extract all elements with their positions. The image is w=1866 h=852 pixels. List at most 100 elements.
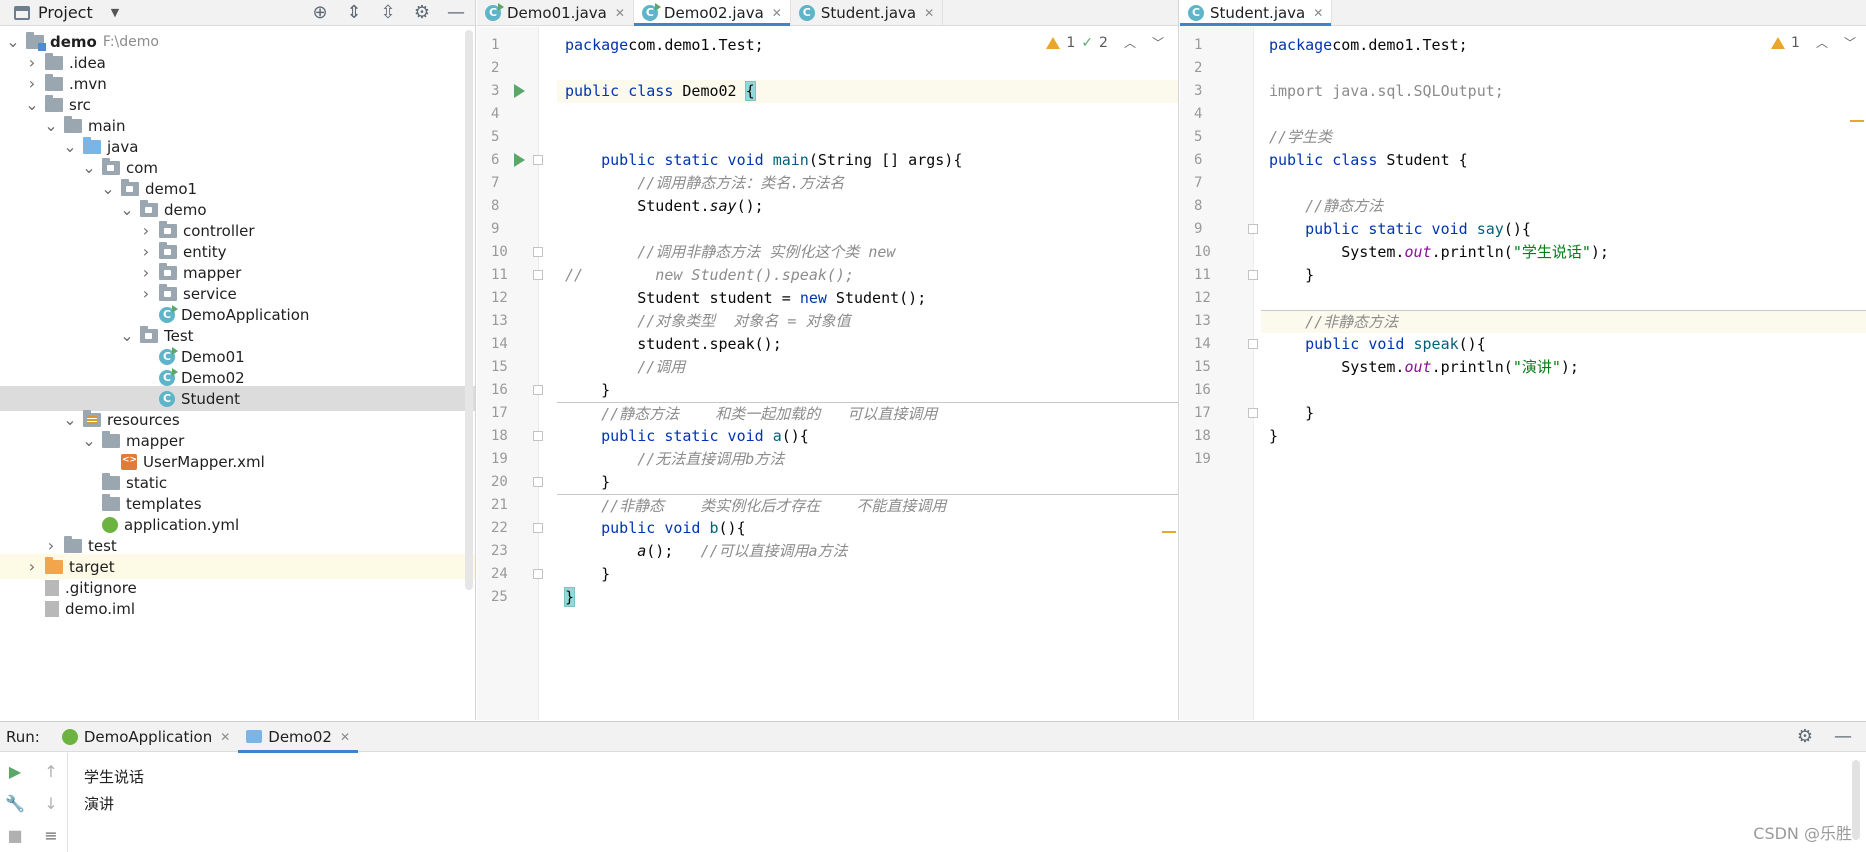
file-icon bbox=[45, 579, 59, 596]
tree-item-label: resources bbox=[107, 410, 180, 429]
run-tab-label: Demo02 bbox=[268, 727, 332, 746]
line-number: 22 bbox=[491, 520, 508, 536]
chevron-right-icon[interactable]: › bbox=[139, 263, 153, 282]
tree-scrollbar[interactable] bbox=[465, 30, 473, 590]
arrow-up-icon[interactable]: ↑ bbox=[40, 761, 62, 783]
wrench-icon[interactable]: 🔧 bbox=[4, 793, 26, 815]
runnable-class-icon: C bbox=[159, 304, 178, 323]
chevron-down-icon[interactable]: ⌄ bbox=[6, 32, 20, 51]
editor-tab[interactable]: C Demo01.java ✕ bbox=[477, 0, 634, 25]
code-line: //无法直接调用b方法 bbox=[637, 450, 785, 468]
folder-icon bbox=[45, 73, 63, 91]
fold-marker[interactable] bbox=[533, 523, 543, 533]
chevron-up-icon[interactable]: ︿ bbox=[1124, 34, 1136, 51]
editor-tab[interactable]: C Student.java ✕ bbox=[791, 0, 944, 25]
chevron-down-icon[interactable]: ⌄ bbox=[63, 137, 77, 156]
chevron-right-icon[interactable]: › bbox=[139, 284, 153, 303]
code-line: //静态方法 和类一起加载的 可以直接调用 bbox=[557, 402, 1178, 425]
chevron-right-icon[interactable]: › bbox=[25, 557, 39, 576]
close-icon[interactable]: ✕ bbox=[220, 730, 230, 744]
inspection-widget[interactable]: 1 ︿ ﹀ bbox=[1771, 34, 1856, 51]
expand-all-icon[interactable]: ⇕ bbox=[343, 2, 365, 24]
chevron-down-icon[interactable]: ⌄ bbox=[82, 158, 96, 177]
folder-icon bbox=[45, 94, 63, 112]
chevron-right-icon[interactable]: › bbox=[25, 53, 39, 72]
chevron-down-icon[interactable]: ﹀ bbox=[1844, 34, 1856, 51]
minimize-icon[interactable]: — bbox=[445, 2, 467, 24]
chevron-down-icon[interactable]: ⌄ bbox=[120, 326, 134, 345]
chevron-down-icon[interactable]: ⌄ bbox=[101, 179, 115, 198]
project-title[interactable]: Project bbox=[38, 3, 93, 22]
chevron-down-icon[interactable]: ⌄ bbox=[25, 95, 39, 114]
locate-icon[interactable]: ⊕ bbox=[309, 2, 331, 24]
soft-wrap-icon[interactable]: ≡ bbox=[40, 825, 62, 847]
rerun-icon[interactable]: ▶ bbox=[4, 761, 26, 783]
fold-marker[interactable] bbox=[533, 477, 543, 487]
warning-stripe-marker[interactable] bbox=[1850, 120, 1864, 122]
chevron-down-icon[interactable]: ⌄ bbox=[82, 431, 96, 450]
fold-marker[interactable] bbox=[533, 270, 543, 280]
close-icon[interactable]: ✕ bbox=[1313, 6, 1323, 20]
run-gutter-icon[interactable] bbox=[514, 84, 525, 98]
line-number: 18 bbox=[491, 428, 508, 444]
line-number: 25 bbox=[491, 589, 508, 605]
chevron-down-icon[interactable]: ▼ bbox=[111, 6, 119, 19]
chevron-down-icon[interactable]: ⌄ bbox=[44, 116, 58, 135]
tree-item-label: target bbox=[69, 557, 115, 576]
right-code-area[interactable]: packagecom.demo1.Test; import java.sql.SQ… bbox=[1261, 27, 1866, 720]
left-code-area[interactable]: packagecom.demo1.Test; public class Demo0… bbox=[557, 27, 1178, 720]
code-line: } bbox=[1269, 427, 1279, 445]
chevron-down-icon[interactable]: ﹀ bbox=[1152, 34, 1164, 51]
chevron-right-icon[interactable]: › bbox=[139, 221, 153, 240]
fold-marker[interactable] bbox=[1248, 270, 1258, 280]
tree-item-label: java bbox=[107, 137, 139, 156]
fold-marker[interactable] bbox=[1248, 224, 1258, 234]
tree-item-label: Demo02 bbox=[181, 368, 245, 387]
gear-icon[interactable]: ⚙ bbox=[1794, 726, 1816, 748]
close-icon[interactable]: ✕ bbox=[772, 6, 782, 20]
chevron-right-icon[interactable]: › bbox=[44, 536, 58, 555]
stop-icon[interactable]: ■ bbox=[4, 825, 26, 847]
code-line: Student student = new Student(); bbox=[565, 289, 927, 307]
fold-marker[interactable] bbox=[1248, 408, 1258, 418]
fold-marker[interactable] bbox=[533, 247, 543, 257]
chevron-up-icon[interactable]: ︿ bbox=[1816, 34, 1828, 51]
minimize-icon[interactable]: — bbox=[1832, 726, 1854, 748]
chevron-right-icon[interactable]: › bbox=[139, 242, 153, 261]
editor-tab[interactable]: C Demo02.java ✕ bbox=[633, 0, 791, 26]
inspection-widget[interactable]: 1 ✓ 2 ︿ ﹀ bbox=[1046, 34, 1164, 51]
close-icon[interactable]: ✕ bbox=[615, 6, 625, 20]
code-line: //非静态方法 bbox=[1261, 310, 1866, 333]
console-scrollbar[interactable] bbox=[1852, 760, 1860, 840]
line-number: 1 bbox=[1194, 37, 1203, 53]
package-icon bbox=[159, 262, 177, 280]
arrow-down-icon[interactable]: ↓ bbox=[40, 793, 62, 815]
tree-item-label: .gitignore bbox=[65, 578, 137, 597]
fold-marker[interactable] bbox=[533, 155, 543, 165]
close-icon[interactable]: ✕ bbox=[340, 730, 350, 744]
chevron-down-icon[interactable]: ⌄ bbox=[63, 410, 77, 429]
console-output[interactable]: 学生说话 演讲 bbox=[84, 764, 144, 818]
run-tab[interactable]: Demo02 ✕ bbox=[238, 722, 358, 753]
fold-marker[interactable] bbox=[533, 431, 543, 441]
run-gutter-icon[interactable] bbox=[514, 153, 525, 167]
chevron-down-icon[interactable]: ⌄ bbox=[120, 200, 134, 219]
chevron-right-icon[interactable]: › bbox=[25, 74, 39, 93]
warning-stripe-marker[interactable] bbox=[1162, 531, 1176, 533]
tree-item-label: com bbox=[126, 158, 159, 177]
run-tab[interactable]: DemoApplication ✕ bbox=[54, 722, 238, 752]
gear-icon[interactable]: ⚙ bbox=[411, 2, 433, 24]
editor-tab[interactable]: C Student.java ✕ bbox=[1180, 0, 1333, 26]
runnable-class-icon: C bbox=[159, 346, 178, 365]
fold-marker[interactable] bbox=[1248, 339, 1258, 349]
fold-marker[interactable] bbox=[533, 569, 543, 579]
line-number: 11 bbox=[491, 267, 508, 283]
code-line: public static void a(){ bbox=[601, 427, 809, 445]
fold-marker[interactable] bbox=[533, 385, 543, 395]
tree-item-label: demo bbox=[50, 32, 97, 51]
close-icon[interactable]: ✕ bbox=[924, 6, 934, 20]
tree-item[interactable]: demo.iml bbox=[0, 596, 475, 621]
collapse-all-icon[interactable]: ⇳ bbox=[377, 2, 399, 24]
